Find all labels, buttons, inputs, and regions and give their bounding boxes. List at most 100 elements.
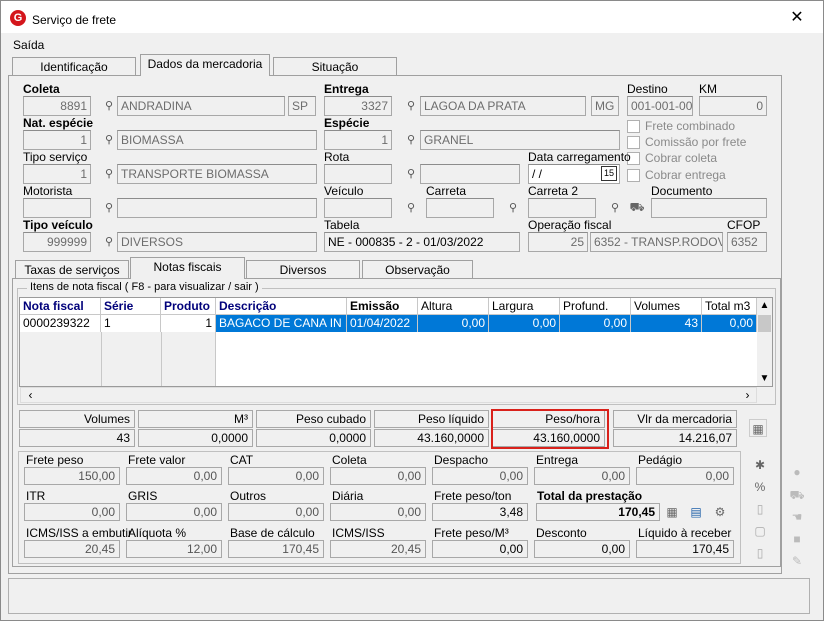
- pedagio-field[interactable]: 0,00: [636, 467, 734, 485]
- cell-profund[interactable]: 0,00: [560, 315, 631, 332]
- motorista-name-field[interactable]: [117, 198, 317, 218]
- entrega-uf-field[interactable]: MG: [591, 96, 619, 116]
- icms-embutir-field[interactable]: 20,45: [24, 540, 120, 558]
- cell-produto[interactable]: 1: [161, 315, 216, 332]
- tab-diversos[interactable]: Diversos: [246, 260, 360, 280]
- bug-icon[interactable]: ✱: [751, 456, 769, 474]
- calculator-icon[interactable]: ▦: [749, 419, 767, 437]
- cell-serie[interactable]: 1: [101, 315, 161, 332]
- book-icon[interactable]: ▤: [687, 503, 705, 521]
- rota-code-field[interactable]: [324, 164, 392, 184]
- binoculars-icon[interactable]: ⚲: [404, 134, 418, 146]
- scroll-left-icon[interactable]: ‹: [23, 388, 38, 402]
- calculator-icon[interactable]: ▦: [663, 503, 681, 521]
- scroll-thumb[interactable]: [758, 315, 771, 332]
- cell-total-m3[interactable]: 0,00: [702, 315, 757, 332]
- veiculo-field[interactable]: [324, 198, 392, 218]
- base-calculo-field[interactable]: 170,45: [228, 540, 324, 558]
- cell-nota-fiscal[interactable]: 0000239322: [20, 315, 101, 332]
- km-field[interactable]: 0: [699, 96, 767, 116]
- tipo-veiculo-name-field[interactable]: DIVERSOS: [117, 232, 317, 252]
- scroll-right-icon[interactable]: ›: [740, 388, 755, 402]
- coleta-uf-field[interactable]: SP: [288, 96, 316, 116]
- especie-name-field[interactable]: GRANEL: [420, 130, 620, 150]
- outros-field[interactable]: 0,00: [228, 503, 324, 521]
- icms-iss-field[interactable]: 20,45: [330, 540, 426, 558]
- binoculars-icon[interactable]: ⚲: [102, 100, 116, 112]
- liquido-receber-field[interactable]: 170,45: [636, 540, 734, 558]
- tipo-servico-name-field[interactable]: TRANSPORTE BIOMASSA: [117, 164, 317, 184]
- carreta2-field[interactable]: [528, 198, 596, 218]
- tab-identificacao[interactable]: Identificação: [12, 57, 136, 77]
- motorista-code-field[interactable]: [23, 198, 91, 218]
- operacao-fiscal-name-field[interactable]: 6352 - TRANSP.RODOV.IN: [590, 232, 723, 252]
- cobrar-entrega-checkbox[interactable]: [627, 169, 640, 182]
- cell-altura[interactable]: 0,00: [418, 315, 489, 332]
- binoculars-icon[interactable]: ⚲: [404, 202, 418, 214]
- tipo-veiculo-code-field[interactable]: 999999: [23, 232, 91, 252]
- cat-field[interactable]: 0,00: [228, 467, 324, 485]
- grid-header-nota-fiscal[interactable]: Nota fiscal: [20, 298, 101, 315]
- diaria-field[interactable]: 0,00: [330, 503, 426, 521]
- grid-header-total-m3[interactable]: Total m3: [702, 298, 757, 315]
- entrega-city-field[interactable]: LAGOA DA PRATA: [420, 96, 586, 116]
- total-prestacao-field[interactable]: 170,45: [536, 503, 660, 521]
- gris-field[interactable]: 0,00: [126, 503, 222, 521]
- scroll-down-icon[interactable]: ▼: [757, 371, 772, 386]
- binoculars-icon[interactable]: ⚲: [404, 100, 418, 112]
- cfop-field[interactable]: 6352: [727, 232, 767, 252]
- grid-header-emissao[interactable]: Emissão: [347, 298, 418, 315]
- despacho-field[interactable]: 0,00: [432, 467, 528, 485]
- truck-icon[interactable]: ⛟: [628, 198, 646, 216]
- binoculars-icon[interactable]: ⚲: [102, 134, 116, 146]
- tab-notas-fiscais[interactable]: Notas fiscais: [130, 257, 245, 279]
- cell-volumes[interactable]: 43: [631, 315, 702, 332]
- horizontal-scrollbar[interactable]: [20, 387, 757, 403]
- frete-combinado-checkbox[interactable]: [627, 120, 640, 133]
- cell-descricao[interactable]: BAGACO DE CANA IN N...: [216, 315, 347, 332]
- desconto-field[interactable]: 0,00: [534, 540, 630, 558]
- scroll-up-icon[interactable]: ▲: [757, 298, 772, 313]
- tab-observacao[interactable]: Observação: [362, 260, 473, 280]
- tab-situacao[interactable]: Situação: [273, 57, 397, 77]
- grid-header-produto[interactable]: Produto: [161, 298, 216, 315]
- especie-code-field[interactable]: 1: [324, 130, 392, 150]
- binoculars-icon[interactable]: ⚲: [608, 202, 622, 214]
- entrega-code-field[interactable]: 3327: [324, 96, 392, 116]
- entrega-rate-field[interactable]: 0,00: [534, 467, 630, 485]
- settings-icon[interactable]: ⚙: [711, 503, 729, 521]
- operacao-fiscal-code-field[interactable]: 25: [528, 232, 588, 252]
- close-button[interactable]: ✕: [787, 8, 807, 28]
- frete-peso-ton-field[interactable]: 3,48: [432, 503, 528, 521]
- menu-saida[interactable]: Saída: [13, 38, 44, 52]
- tab-dados-mercadoria[interactable]: Dados da mercadoria: [140, 54, 270, 76]
- grid-header-profund[interactable]: Profund.: [560, 298, 631, 315]
- itr-field[interactable]: 0,00: [24, 503, 120, 521]
- aliquota-field[interactable]: 12,00: [126, 540, 222, 558]
- coleta-code-field[interactable]: 8891: [23, 96, 91, 116]
- percent-icon[interactable]: %: [751, 478, 769, 496]
- binoculars-icon[interactable]: ⚲: [404, 168, 418, 180]
- binoculars-icon[interactable]: ⚲: [102, 236, 116, 248]
- comissao-checkbox[interactable]: [627, 136, 640, 149]
- destino-field[interactable]: 001-001-001: [627, 96, 693, 116]
- cell-emissao[interactable]: 01/04/2022: [347, 315, 418, 332]
- documento-field[interactable]: [651, 198, 767, 218]
- grid-header-descricao[interactable]: Descrição: [216, 298, 347, 315]
- frete-peso-field[interactable]: 150,00: [24, 467, 120, 485]
- grid-header-volumes[interactable]: Volumes: [631, 298, 702, 315]
- calendar-icon[interactable]: 15: [601, 166, 617, 181]
- grid-header-largura[interactable]: Largura: [489, 298, 560, 315]
- coleta-city-field[interactable]: ANDRADINA: [117, 96, 285, 116]
- rota-name-field[interactable]: [420, 164, 520, 184]
- coleta-rate-field[interactable]: 0,00: [330, 467, 426, 485]
- nat-especie-name-field[interactable]: BIOMASSA: [117, 130, 317, 150]
- carreta-field[interactable]: [426, 198, 494, 218]
- tab-taxas-servicos[interactable]: Taxas de serviços: [15, 260, 129, 280]
- nat-especie-code-field[interactable]: 1: [23, 130, 91, 150]
- frete-valor-field[interactable]: 0,00: [126, 467, 222, 485]
- binoculars-icon[interactable]: ⚲: [102, 202, 116, 214]
- tipo-servico-code-field[interactable]: 1: [23, 164, 91, 184]
- binoculars-icon[interactable]: ⚲: [506, 202, 520, 214]
- grid-header-altura[interactable]: Altura: [418, 298, 489, 315]
